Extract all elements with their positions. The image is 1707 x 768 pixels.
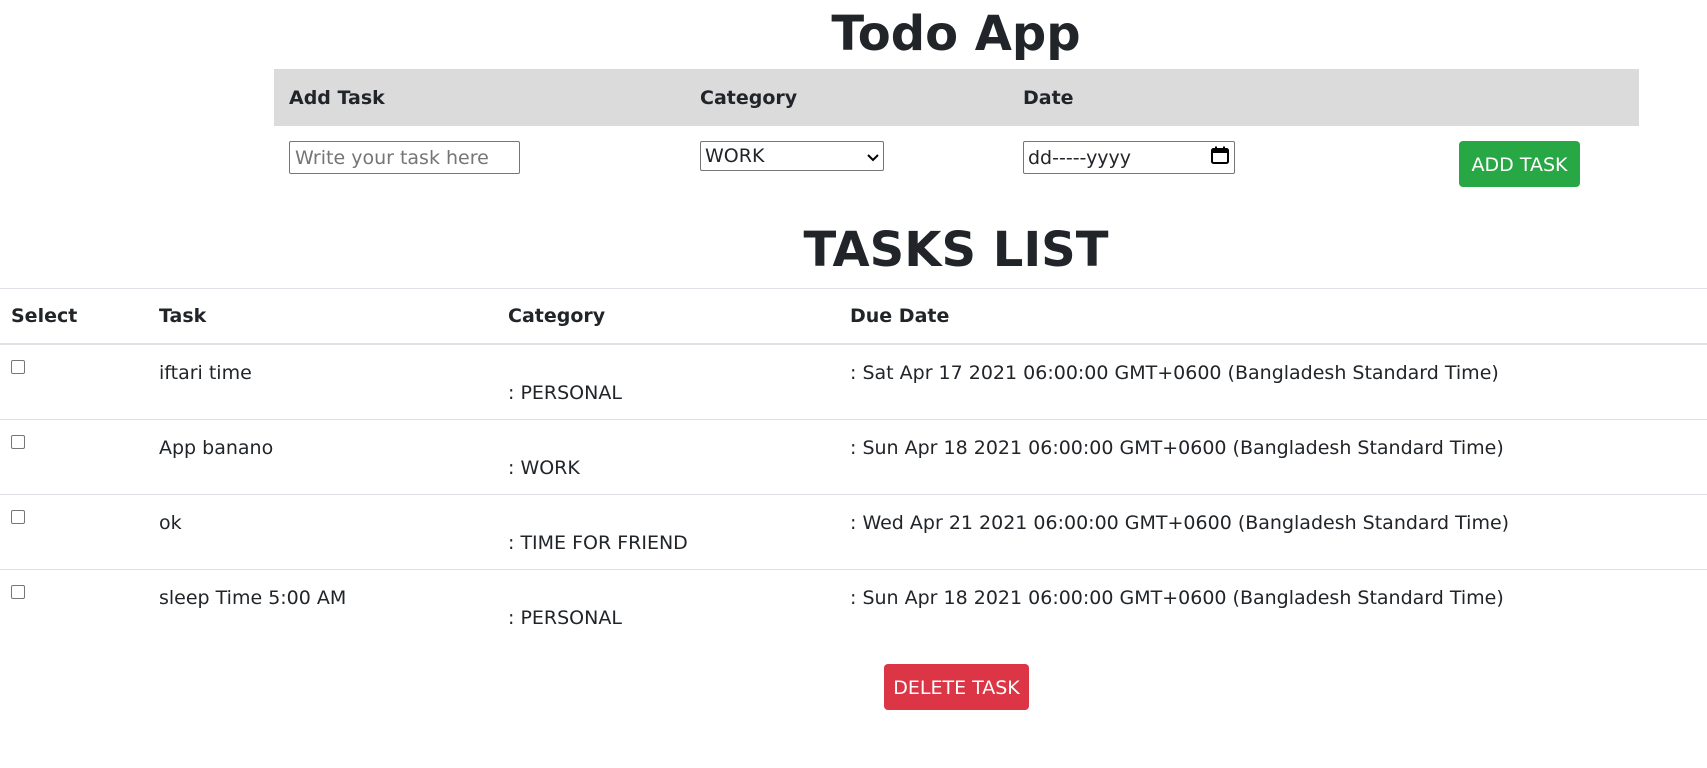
tasks-header-row: Select Task Category Due Date (0, 288, 1707, 345)
add-task-header: Add Task (274, 69, 685, 126)
task-column-header: Task (148, 288, 497, 345)
chevron-down-icon (867, 145, 879, 167)
category-header: Category (685, 69, 1008, 126)
table-row: iftari time : PERSONAL : Sat Apr 17 2021… (0, 344, 1707, 420)
add-task-form: Add Task Category Date WORK dd-----yyyy (274, 69, 1639, 202)
tasks-list-title: TASKS LIST (803, 222, 1109, 278)
task-category: : TIME FOR FRIEND (508, 532, 688, 554)
table-row: sleep Time 5:00 AM : PERSONAL : Sun Apr … (0, 569, 1707, 644)
task-due-date: : Sun Apr 18 2021 06:00:00 GMT+0600 (Ban… (850, 437, 1504, 459)
delete-task-button[interactable]: DELETE TASK (884, 664, 1029, 710)
table-row: ok : TIME FOR FRIEND : Wed Apr 21 2021 0… (0, 494, 1707, 570)
app-title: Todo App (831, 6, 1081, 62)
task-category: : PERSONAL (508, 382, 622, 404)
add-task-button[interactable]: ADD TASK (1459, 141, 1580, 187)
task-due-date: : Sun Apr 18 2021 06:00:00 GMT+0600 (Ban… (850, 587, 1504, 609)
category-select[interactable]: WORK (700, 141, 884, 171)
calendar-icon[interactable] (1210, 145, 1230, 170)
date-input-value: dd-----yyyy (1028, 146, 1132, 169)
task-select-checkbox[interactable] (11, 360, 25, 374)
task-select-checkbox[interactable] (11, 435, 25, 449)
task-name: iftari time (159, 362, 252, 384)
category-column-header: Category (497, 288, 839, 345)
due-date-column-header: Due Date (839, 288, 1707, 345)
date-header: Date (1008, 69, 1388, 126)
task-due-date: : Sat Apr 17 2021 06:00:00 GMT+0600 (Ban… (850, 362, 1499, 384)
select-column-header: Select (0, 288, 148, 345)
task-name: sleep Time 5:00 AM (159, 587, 347, 609)
task-category: : WORK (508, 457, 580, 479)
tasks-table: Select Task Category Due Date iftari tim… (0, 288, 1707, 644)
task-input[interactable] (289, 141, 520, 174)
task-select-checkbox[interactable] (11, 585, 25, 599)
date-input[interactable]: dd-----yyyy (1023, 141, 1235, 174)
task-select-checkbox[interactable] (11, 510, 25, 524)
form-header-row: Add Task Category Date (274, 69, 1639, 126)
task-category: : PERSONAL (508, 607, 622, 629)
task-name: App banano (159, 437, 274, 459)
category-select-value: WORK (705, 145, 765, 167)
form-input-row: WORK dd-----yyyy (274, 126, 1639, 202)
action-header (1388, 69, 1639, 126)
table-row: App banano : WORK : Sun Apr 18 2021 06:0… (0, 419, 1707, 495)
task-due-date: : Wed Apr 21 2021 06:00:00 GMT+0600 (Ban… (850, 512, 1510, 534)
task-name: ok (159, 512, 182, 534)
